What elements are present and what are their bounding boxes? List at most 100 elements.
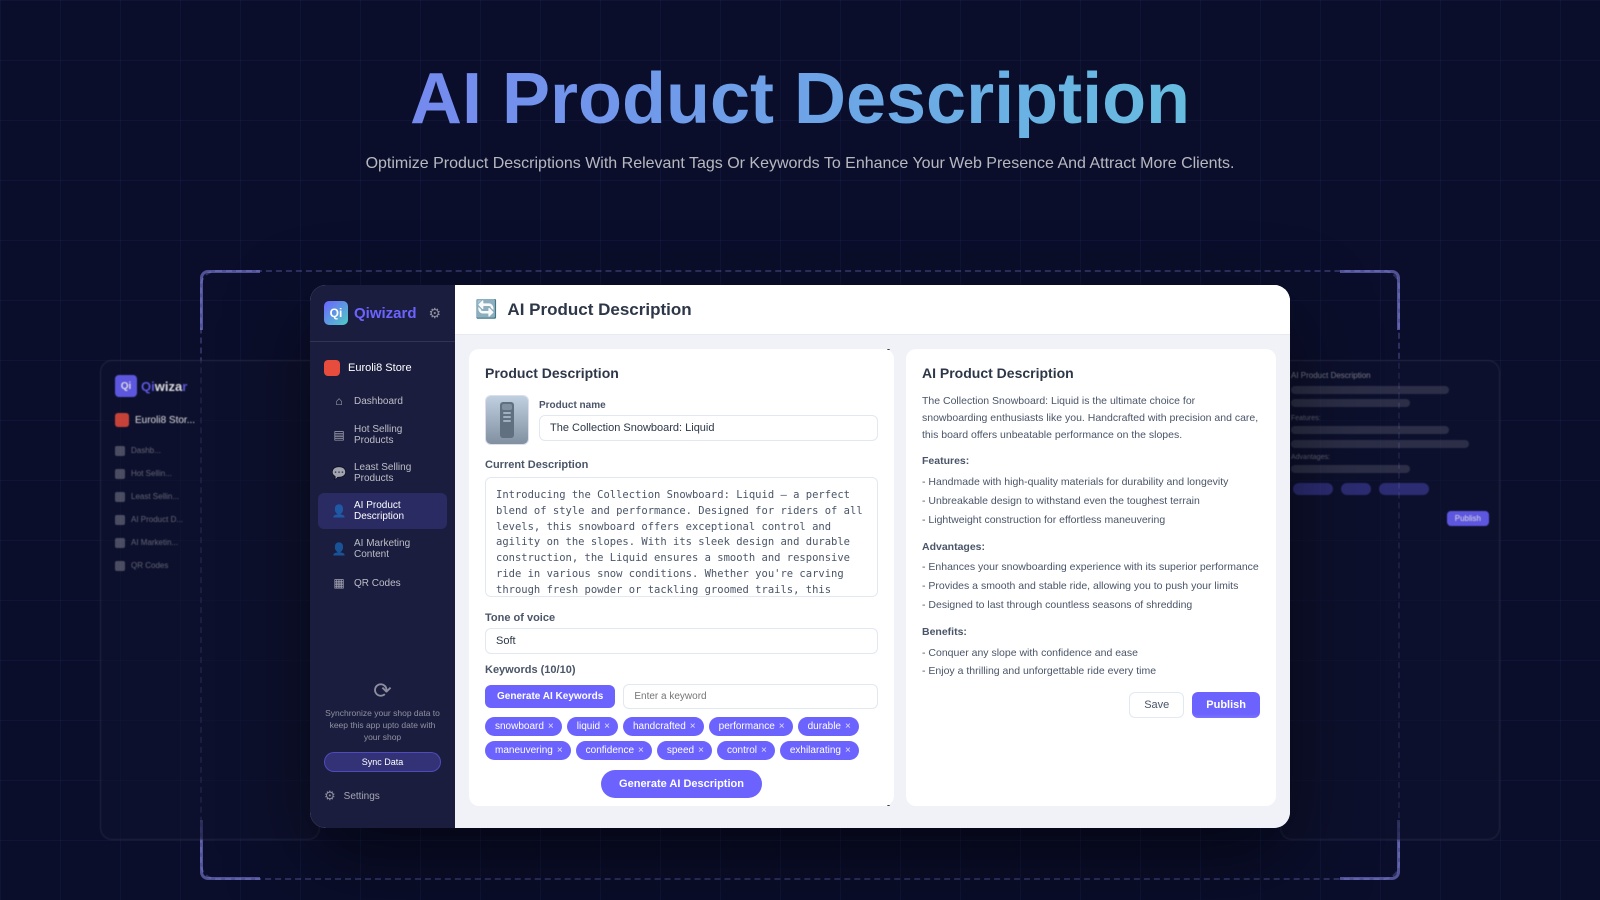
main-body: Product Description Product name — [455, 335, 1290, 820]
sidebar-item-least-selling[interactable]: 💬 Least Selling Products — [318, 455, 447, 491]
sidebar-item-label: Least Selling Products — [354, 462, 433, 484]
ai-advantage-3: - Designed to last through countless sea… — [922, 597, 1260, 614]
ai-benefits-section: Benefits: - Conquer any slope with confi… — [922, 624, 1260, 680]
keyword-tag[interactable]: durable × — [798, 717, 859, 736]
ai-advantages-heading: Advantages: — [922, 539, 1260, 556]
sidebar-item-label: QR Codes — [354, 578, 401, 589]
ai-panel-title: AI Product Description — [922, 365, 1260, 381]
store-item: Euroli8 Store — [310, 354, 455, 382]
hero-section: AI Product Description Optimize Product … — [0, 0, 1600, 173]
tag-remove-icon[interactable]: × — [761, 745, 767, 756]
app-window: Qi Qiwizard ⚙ Euroli8 Store ⌂ Dashboard … — [310, 285, 1290, 828]
hot-selling-icon: ▤ — [332, 428, 346, 442]
generate-ai-keywords-button[interactable]: Generate AI Keywords — [485, 685, 615, 708]
publish-button[interactable]: Publish — [1192, 692, 1260, 718]
sync-button[interactable]: Sync Data — [324, 752, 441, 772]
sidebar-item-label: AI Product Description — [354, 500, 433, 522]
tone-input[interactable] — [485, 628, 878, 654]
tags-container: snowboard × liquid × handcrafted × performa… — [485, 717, 878, 760]
product-name-input[interactable] — [539, 415, 878, 441]
ai-advantages-section: Advantages: - Enhances your snowboarding… — [922, 539, 1260, 614]
tag-remove-icon[interactable]: × — [845, 745, 851, 756]
dashboard-icon: ⌂ — [332, 394, 346, 408]
keyword-tag[interactable]: liquid × — [567, 717, 618, 736]
sync-icon: ⟳ — [324, 678, 441, 704]
keywords-row: Generate AI Keywords — [485, 684, 878, 709]
current-description-textarea[interactable]: Introducing the Collection Snowboard: Li… — [485, 477, 878, 597]
keyword-tag[interactable]: speed × — [657, 741, 712, 760]
ghost-window-left: Qi Qiwizar Euroli8 Stor... Dashb... Hot … — [100, 360, 320, 840]
keywords-label: Keywords (10/10) — [485, 664, 575, 676]
main-header: 🔄 AI Product Description — [455, 285, 1290, 335]
keyword-tag[interactable]: maneuvering × — [485, 741, 571, 760]
page-title: AI Product Description — [507, 300, 691, 320]
sidebar-item-ai-product[interactable]: 👤 AI Product Description — [318, 493, 447, 529]
tag-remove-icon[interactable]: × — [604, 721, 610, 732]
tag-remove-icon[interactable]: × — [690, 721, 696, 732]
keyword-tag[interactable]: handcrafted × — [623, 717, 704, 736]
settings-icon: ⚙ — [324, 788, 336, 804]
keyword-tag[interactable]: snowboard × — [485, 717, 562, 736]
tag-remove-icon[interactable]: × — [779, 721, 785, 732]
current-desc-label: Current Description — [485, 459, 878, 471]
sidebar-item-ai-marketing[interactable]: 👤 AI Marketing Content — [318, 531, 447, 567]
left-panel: Product Description Product name — [469, 349, 894, 806]
main-content: 🔄 AI Product Description Product Descrip… — [455, 285, 1290, 828]
sync-text: Synchronize your shop data to keep this … — [324, 708, 441, 744]
tag-remove-icon[interactable]: × — [845, 721, 851, 732]
hero-subtitle: Optimize Product Descriptions With Relev… — [0, 155, 1600, 173]
keywords-header: Keywords (10/10) — [485, 664, 878, 676]
hero-title: AI Product Description — [0, 60, 1600, 139]
ai-content-fade — [906, 714, 1276, 754]
ai-benefit-1: - Conquer any slope with confidence and … — [922, 645, 1260, 662]
settings-item[interactable]: ⚙ Settings — [310, 780, 455, 812]
keyword-tag[interactable]: exhilarating × — [780, 741, 859, 760]
sidebar-item-label: Hot Selling Products — [354, 424, 433, 446]
ai-features-heading: Features: — [922, 453, 1260, 470]
corner-decoration-tr — [1340, 270, 1400, 330]
logo-settings-icon: ⚙ — [428, 305, 441, 322]
ai-benefits-heading: Benefits: — [922, 624, 1260, 641]
settings-label: Settings — [344, 791, 380, 802]
product-card: Product name — [485, 395, 878, 445]
ai-feature-2: - Unbreakable design to withstand even t… — [922, 493, 1260, 510]
tag-remove-icon[interactable]: × — [557, 745, 563, 756]
tag-remove-icon[interactable]: × — [698, 745, 704, 756]
sidebar-item-label: AI Marketing Content — [354, 538, 433, 560]
qr-codes-icon: ▦ — [332, 576, 346, 590]
sidebar: Qi Qiwizard ⚙ Euroli8 Store ⌂ Dashboard … — [310, 285, 455, 828]
sidebar-item-hot-selling[interactable]: ▤ Hot Selling Products — [318, 417, 447, 453]
generate-ai-description-button[interactable]: Generate AI Description — [601, 770, 762, 798]
tag-remove-icon[interactable]: × — [638, 745, 644, 756]
save-button[interactable]: Save — [1129, 692, 1184, 718]
ai-feature-1: - Handmade with high-quality materials f… — [922, 474, 1260, 491]
keyword-tag[interactable]: performance × — [709, 717, 793, 736]
logo-text: Qiwizard — [354, 305, 417, 322]
least-selling-icon: 💬 — [332, 466, 346, 480]
tag-remove-icon[interactable]: × — [548, 721, 554, 732]
sidebar-logo: Qi Qiwizard ⚙ — [310, 301, 455, 342]
ai-marketing-icon: 👤 — [332, 542, 346, 556]
page-header-icon: 🔄 — [475, 299, 497, 320]
product-image — [485, 395, 529, 445]
ai-intro: The Collection Snowboard: Liquid is the … — [922, 393, 1260, 443]
ai-content: The Collection Snowboard: Liquid is the … — [922, 393, 1260, 680]
product-name-field-group: Product name — [539, 400, 878, 441]
corner-decoration-tl — [200, 270, 260, 330]
keyword-tag[interactable]: confidence × — [576, 741, 652, 760]
sidebar-item-label: Dashboard — [354, 396, 403, 407]
tone-label: Tone of voice — [485, 612, 878, 624]
ai-features-section: Features: - Handmade with high-quality m… — [922, 453, 1260, 528]
ai-advantage-2: - Provides a smooth and stable ride, all… — [922, 578, 1260, 595]
sidebar-item-qr-codes[interactable]: ▦ QR Codes — [318, 569, 447, 597]
left-panel-title: Product Description — [485, 365, 878, 381]
store-name: Euroli8 Store — [348, 362, 412, 374]
ai-feature-3: - Lightweight construction for effortles… — [922, 512, 1260, 529]
sidebar-item-dashboard[interactable]: ⌂ Dashboard — [318, 387, 447, 415]
ai-benefit-2: - Enjoy a thrilling and unforgettable ri… — [922, 663, 1260, 680]
store-dot — [324, 360, 340, 376]
keyword-input[interactable] — [623, 684, 878, 709]
ghost-window-right: AI Product Description Features: Advanta… — [1280, 360, 1500, 840]
keyword-tag[interactable]: control × — [717, 741, 775, 760]
right-panel: AI Product Description The Collection Sn… — [906, 349, 1276, 806]
